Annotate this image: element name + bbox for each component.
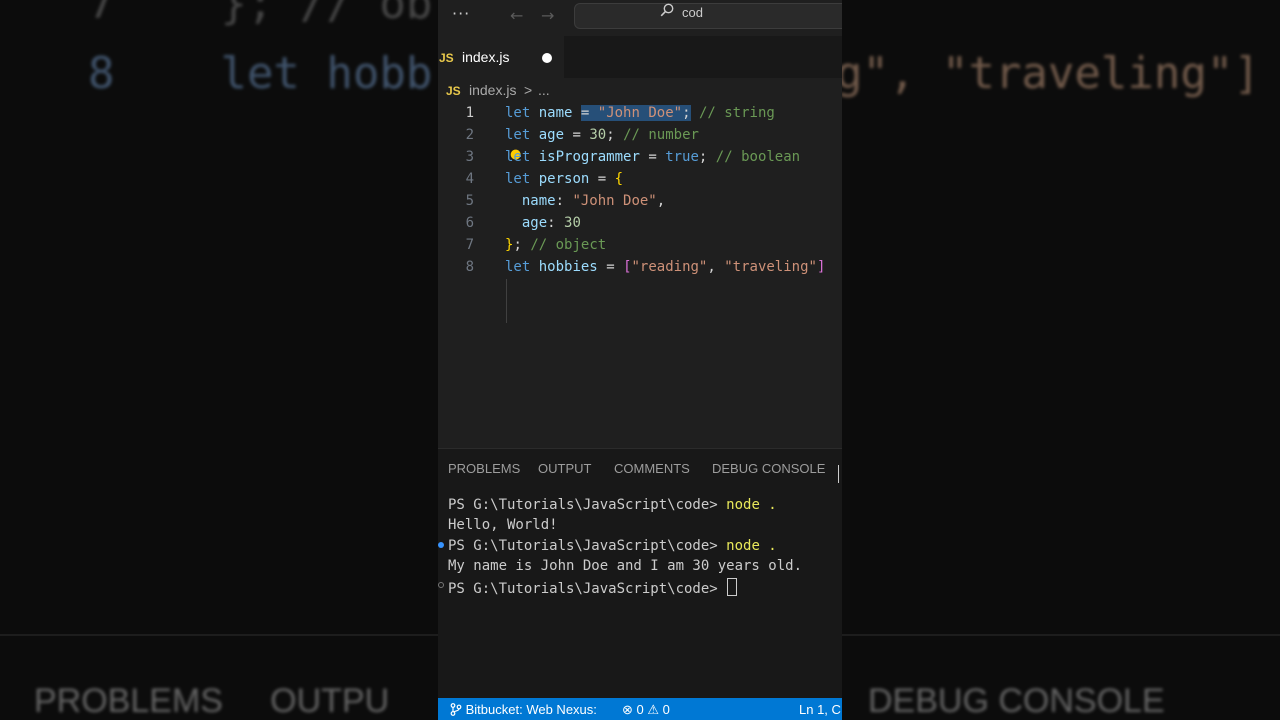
unsaved-indicator-icon[interactable] [542, 53, 552, 63]
javascript-file-icon: JS [439, 51, 454, 65]
title-bar: ··· ← → cod [438, 0, 842, 32]
code-text: }; // object [505, 237, 607, 253]
backdrop-panel-tabs: PROBLEMS OUTPU [34, 682, 390, 720]
terminal-prompt: PS G:\Tutorials\JavaScript\code> [448, 538, 727, 554]
command-decoration-icon[interactable] [438, 542, 444, 548]
line-number: 5 [465, 193, 474, 209]
error-icon: ⊗ [622, 702, 633, 717]
bitbucket-icon [450, 703, 462, 716]
breadcrumb-symbols[interactable]: ... [538, 82, 550, 98]
chevron-right-icon: > [524, 82, 533, 98]
terminal-command: node . [726, 497, 777, 513]
cursor-position[interactable]: Ln 1, C [799, 702, 841, 717]
error-count: 0 [636, 702, 644, 717]
code-text: let hobbies = ["reading", "traveling"] [505, 259, 826, 275]
tab-problems[interactable]: PROBLEMS [448, 461, 520, 476]
terminal-output: My name is John Doe and I am 30 years ol… [448, 558, 803, 574]
branch-label: Bitbucket: Web Nexus: [465, 702, 597, 717]
code-line[interactable]: 5 name: "John Doe", [438, 191, 842, 213]
backdrop-left: 7 }; // ob 8 let hobb PROBLEMS OUTPU [0, 0, 438, 720]
code-editor[interactable]: 1 let name = "John Doe"; // string 2 let… [438, 103, 842, 443]
search-text[interactable]: cod [682, 5, 703, 20]
tab-label: index.js [462, 49, 510, 65]
line-number: 6 [465, 215, 474, 231]
warning-icon: ⚠ [647, 702, 660, 717]
line-number: 7 [465, 237, 474, 253]
breadcrumb-file[interactable]: index.js [469, 82, 516, 98]
backdrop-divider-right [842, 634, 1280, 636]
editor-tabs: JS index.js [438, 36, 842, 78]
terminal-cursor [727, 578, 738, 596]
tab-output[interactable]: OUTPUT [538, 461, 591, 476]
command-center-search[interactable] [574, 3, 842, 29]
tab-comments[interactable]: COMMENTS [614, 461, 690, 476]
indent-guide [506, 279, 507, 323]
code-text: let isProgrammer = true; // boolean [505, 149, 801, 165]
forward-arrow-icon[interactable]: → [541, 6, 554, 25]
code-line[interactable]: 7 }; // object [438, 235, 842, 257]
backdrop-right: g", "traveling"] DEBUG CONSOLE [842, 0, 1280, 720]
line-number: 2 [465, 127, 474, 143]
terminal-line: PS G:\Tutorials\JavaScript\code> node . [438, 538, 842, 554]
terminal-output: Hello, World! [448, 517, 558, 533]
code-text: let name = "John Doe"; // string [505, 105, 775, 121]
javascript-file-icon: JS [446, 84, 461, 98]
line-number: 8 [465, 259, 474, 275]
backdrop-code-line-7: 7 }; // ob [88, 0, 433, 29]
code-text: age: 30 [521, 215, 581, 231]
line-number: 3 [465, 149, 474, 165]
backdrop-code-line-8-right: g", "traveling"] [842, 48, 1260, 99]
backdrop-code-line-8: 8 let hobb [88, 48, 433, 99]
search-icon [660, 3, 674, 21]
remote-branch-indicator[interactable]: Bitbucket: Web Nexus: [450, 702, 597, 717]
code-line[interactable]: 6 age: 30 [438, 213, 842, 235]
editor-window: ··· ← → cod JS index.js JS index.js > ..… [438, 0, 842, 720]
status-bar: Bitbucket: Web Nexus: ⊗ 0 ⚠ 0 Ln 1, C [438, 698, 842, 720]
back-arrow-icon[interactable]: ← [510, 6, 523, 25]
code-line[interactable]: 8 let hobbies = ["reading", "traveling"] [438, 257, 842, 279]
terminal-prompt: PS G:\Tutorials\JavaScript\code> [448, 497, 727, 513]
code-text: let age = 30; // number [505, 127, 699, 143]
terminal-line: PS G:\Tutorials\JavaScript\code> node . [448, 497, 842, 513]
tab-index-js[interactable]: JS index.js [438, 36, 564, 78]
bottom-panel: PROBLEMS OUTPUT COMMENTS DEBUG CONSOLE P… [438, 448, 842, 699]
code-line[interactable]: 1 let name = "John Doe"; // string [438, 103, 842, 125]
line-number: 1 [465, 105, 474, 121]
terminal-line[interactable]: PS G:\Tutorials\JavaScript\code> [438, 578, 842, 597]
terminal-command: node . [726, 538, 777, 554]
backdrop-divider [0, 634, 438, 636]
line-number: 4 [465, 171, 474, 187]
tab-debug-console[interactable]: DEBUG CONSOLE [712, 461, 825, 476]
more-actions-icon[interactable]: ··· [452, 4, 470, 23]
code-line[interactable]: 2 let age = 30; // number ● [438, 125, 842, 162]
tab-terminal-edge[interactable] [838, 465, 842, 483]
warning-count: 0 [662, 702, 670, 717]
problems-indicator[interactable]: ⊗ 0 ⚠ 0 [622, 702, 670, 718]
breadcrumb: JS index.js > ... [438, 80, 842, 102]
terminal-prompt: PS G:\Tutorials\JavaScript\code> [448, 581, 727, 597]
code-text: name: "John Doe", [521, 193, 666, 209]
code-text: let person = { [505, 171, 624, 187]
command-decoration-icon[interactable] [438, 582, 444, 588]
code-line[interactable]: 3 let isProgrammer = true; // boolean [438, 147, 842, 169]
backdrop-panel-debug: DEBUG CONSOLE [868, 682, 1165, 720]
code-line[interactable]: 4 let person = { [438, 169, 842, 191]
